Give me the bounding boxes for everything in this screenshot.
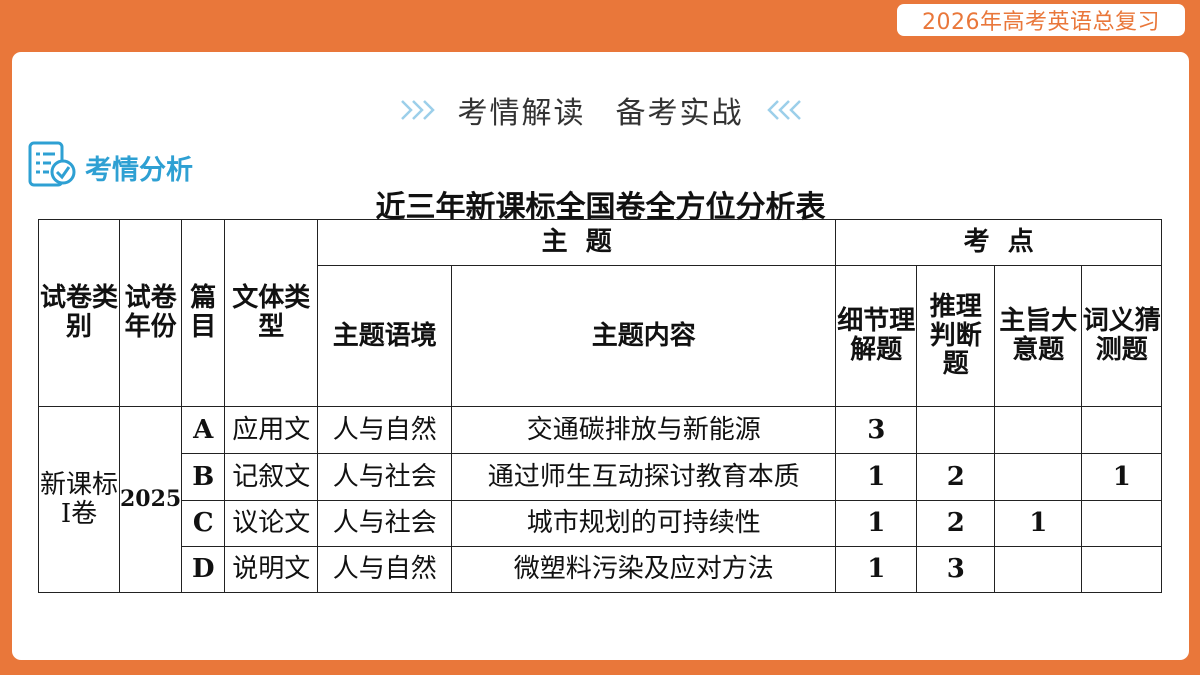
passage-cell: A bbox=[181, 406, 226, 454]
main-idea-cell bbox=[994, 453, 1083, 501]
header-detail: 细节理解题 bbox=[835, 265, 918, 407]
header-vocab: 词义猜测题 bbox=[1081, 265, 1163, 407]
course-badge: 2026年高考英语总复习 bbox=[897, 4, 1185, 36]
content-cell: 城市规划的可持续性 bbox=[451, 500, 837, 547]
header-row-1: 试卷类别 试卷年份 篇目 文体类型 主 题 考 点 bbox=[38, 219, 1163, 407]
context-cell: 人与社会 bbox=[317, 500, 453, 547]
content-cell: 通过师生互动探讨教育本质 bbox=[451, 453, 837, 501]
heading-left: 考情解读 bbox=[457, 96, 586, 131]
inference-cell: 2 bbox=[916, 453, 996, 501]
content-cell: 交通碳排放与新能源 bbox=[451, 406, 837, 454]
detail-cell: 1 bbox=[835, 453, 918, 501]
detail-cell: 3 bbox=[835, 406, 918, 454]
header-paper-year: 试卷年份 bbox=[118, 219, 183, 407]
section-heading: 考情解读 备考实战 bbox=[458, 88, 744, 132]
analysis-table: 试卷类别 试卷年份 篇目 文体类型 主 题 考 点 主题语境 主题内容 细节理解… bbox=[38, 219, 1163, 593]
paper-year-cell: 2025 bbox=[118, 406, 183, 593]
passage-cell: B bbox=[181, 453, 226, 501]
paper-type-cell: 新课标Ⅰ卷 bbox=[38, 406, 120, 593]
header-points-group: 考 点 bbox=[835, 219, 1163, 266]
passage-cell: C bbox=[181, 500, 226, 547]
main-idea-cell bbox=[994, 546, 1083, 593]
vocab-cell bbox=[1081, 406, 1163, 454]
inference-cell: 2 bbox=[916, 500, 996, 547]
heading-right: 备考实战 bbox=[615, 96, 744, 131]
genre-cell: 应用文 bbox=[224, 406, 319, 454]
vocab-cell bbox=[1081, 500, 1163, 547]
content-cell: 微塑料污染及应对方法 bbox=[451, 546, 837, 593]
header-theme-group: 主 题 bbox=[317, 219, 837, 266]
header-inference: 推理判断题 bbox=[916, 265, 996, 407]
header-passage: 篇目 bbox=[181, 219, 226, 407]
vocab-cell: 1 bbox=[1081, 453, 1163, 501]
vocab-cell bbox=[1081, 546, 1163, 593]
context-cell: 人与自然 bbox=[317, 546, 453, 593]
table-row: B 记叙文 人与社会 通过师生互动探讨教育本质 1 2 1 bbox=[39, 453, 1163, 501]
header-genre: 文体类型 bbox=[224, 219, 319, 407]
context-cell: 人与自然 bbox=[317, 406, 453, 454]
table-row: C 议论文 人与社会 城市规划的可持续性 1 2 1 bbox=[39, 500, 1163, 547]
chevron-right-icon bbox=[400, 95, 438, 125]
header-main-idea: 主旨大意题 bbox=[994, 265, 1083, 407]
table-row: 新课标Ⅰ卷 2025 A 应用文 人与自然 交通碳排放与新能源 3 bbox=[38, 406, 1163, 593]
genre-cell: 说明文 bbox=[224, 546, 319, 593]
header-paper-type: 试卷类别 bbox=[38, 219, 120, 407]
chevron-left-icon bbox=[764, 95, 802, 125]
header-theme-context: 主题语境 bbox=[317, 265, 453, 407]
inference-cell: 3 bbox=[916, 546, 996, 593]
genre-cell: 记叙文 bbox=[224, 453, 319, 501]
table-row: D 说明文 人与自然 微塑料污染及应对方法 1 3 bbox=[39, 546, 1163, 593]
main-idea-cell bbox=[994, 406, 1083, 454]
context-cell: 人与社会 bbox=[317, 453, 453, 501]
passage-cell: D bbox=[181, 546, 226, 593]
main-idea-cell: 1 bbox=[994, 500, 1083, 547]
detail-cell: 1 bbox=[835, 500, 918, 547]
header-theme-content: 主题内容 bbox=[451, 265, 837, 407]
content-card: 考情解读 备考实战 考情分析 近三年新课标全国卷全方位分析表 试卷类别 试卷年份… bbox=[12, 52, 1189, 660]
heading-bar: 考情解读 备考实战 bbox=[12, 88, 1189, 132]
section-label-text: 考情分析 bbox=[85, 154, 193, 186]
genre-cell: 议论文 bbox=[224, 500, 319, 547]
inference-cell bbox=[916, 406, 996, 454]
detail-cell: 1 bbox=[835, 546, 918, 593]
